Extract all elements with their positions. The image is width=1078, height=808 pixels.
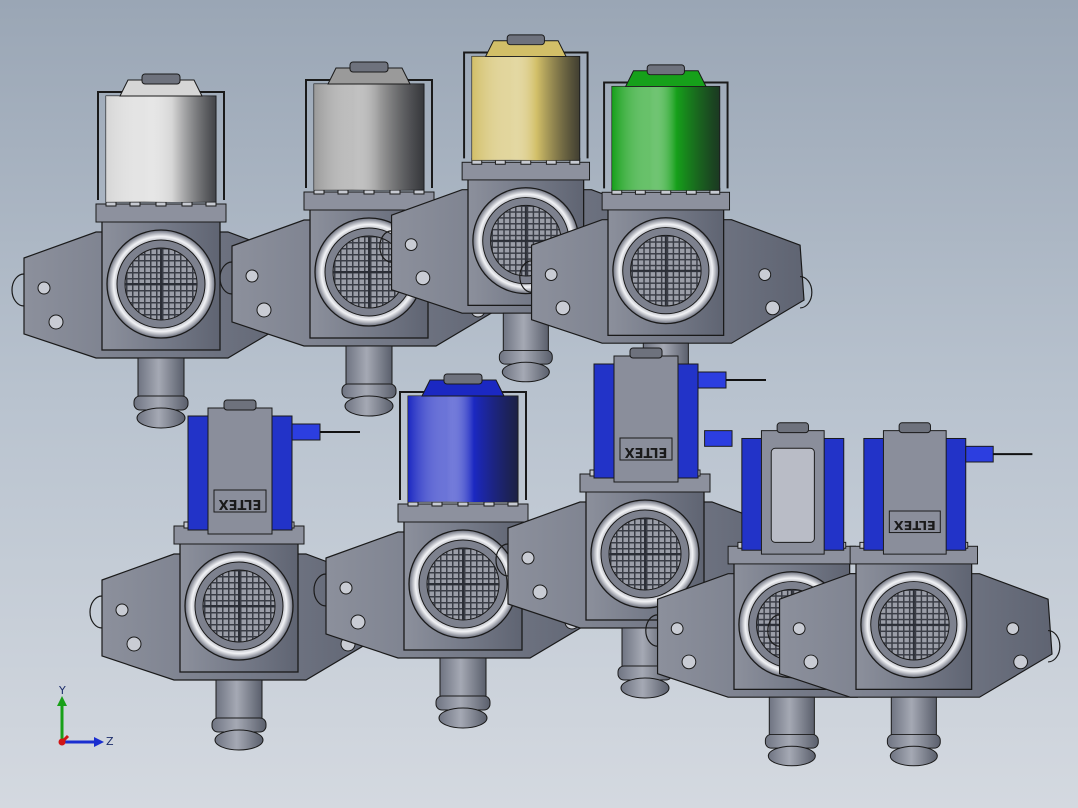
connector	[697, 371, 727, 389]
mounting-hole	[681, 654, 697, 670]
outlet-pipe	[439, 657, 487, 703]
mounting-hole	[415, 270, 431, 286]
mounting-hole	[765, 300, 780, 316]
mounting-hole	[792, 622, 806, 635]
mounting-hole	[404, 238, 418, 251]
mounting-hole	[115, 603, 129, 617]
z-axis-label: Z	[106, 735, 114, 748]
connector	[291, 423, 321, 441]
outlet-pipe	[768, 696, 815, 741]
graphics-viewport[interactable]: ELTEX ELTEX ELTEX Y Z	[0, 0, 1078, 808]
coil-cap	[141, 73, 181, 85]
coil-cap	[646, 64, 685, 76]
coil-housing	[882, 430, 947, 555]
mounting-hole	[350, 614, 366, 630]
coil-cap	[349, 61, 389, 73]
mounting-hole	[48, 314, 64, 330]
outlet-pipe	[137, 357, 185, 403]
coil-cap	[506, 34, 545, 46]
coil-housing	[613, 355, 679, 483]
coil-cap	[443, 373, 483, 385]
coordinate-triad: Y Z	[50, 684, 120, 754]
mounting-hole	[758, 268, 772, 281]
mounting-hole	[1013, 654, 1028, 670]
y-axis-label: Y	[58, 684, 66, 697]
connector	[704, 430, 733, 447]
outlet-pipe	[890, 696, 937, 741]
coil-cap	[223, 399, 257, 411]
mounting-hole	[532, 584, 548, 600]
outlet-pipe	[345, 345, 393, 391]
valve-collar	[601, 191, 731, 211]
mounting-hole	[126, 636, 142, 652]
mounting-hole	[670, 622, 684, 635]
mounting-hole	[803, 654, 819, 670]
mounting-hole	[555, 300, 571, 316]
mounting-hole	[245, 269, 259, 283]
brand-marking: ELTEX	[625, 444, 668, 459]
mounting-hole	[1006, 622, 1020, 635]
coil-cap	[898, 422, 931, 434]
coil-cap	[776, 422, 809, 434]
valve-collar	[95, 203, 227, 223]
brand-marking: ELTEX	[894, 517, 936, 532]
mounting-hole	[339, 581, 353, 595]
valve-collar	[397, 503, 529, 523]
mounting-hole	[256, 302, 272, 318]
valve-assembly-model[interactable]: ELTEX ELTEX ELTEX	[0, 0, 1078, 808]
coil-housing	[207, 407, 273, 535]
valve-collar	[461, 161, 591, 181]
brand-marking: ELTEX	[219, 496, 262, 511]
mounting-hole	[37, 281, 51, 295]
mounting-hole	[544, 268, 558, 281]
mounting-hole	[521, 551, 535, 565]
coil-cap	[629, 347, 663, 359]
connector	[965, 445, 994, 463]
outlet-pipe	[215, 679, 263, 725]
